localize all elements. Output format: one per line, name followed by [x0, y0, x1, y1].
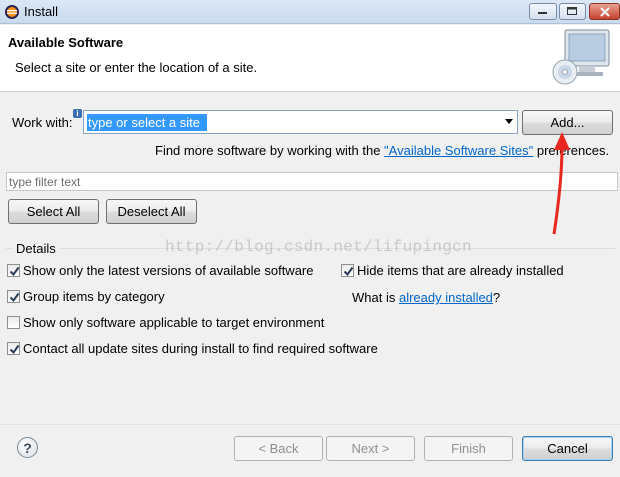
- already-installed-link[interactable]: already installed: [399, 290, 493, 305]
- close-button[interactable]: [589, 3, 620, 20]
- site-input[interactable]: [87, 114, 207, 131]
- check-icon: [9, 266, 20, 277]
- back-button[interactable]: < Back: [234, 436, 323, 461]
- work-with-label: Work with:: [12, 115, 73, 130]
- chevron-down-icon[interactable]: [505, 119, 513, 124]
- maximize-button[interactable]: [559, 3, 586, 20]
- check-icon: [343, 266, 354, 277]
- details-group-label: Details: [16, 241, 56, 256]
- window-title: Install: [24, 4, 58, 19]
- filter-field[interactable]: [6, 172, 618, 191]
- monitor-cd-icon: [552, 29, 610, 85]
- maximize-icon: [567, 7, 577, 15]
- cancel-button[interactable]: Cancel: [522, 436, 613, 461]
- minimize-icon: [538, 11, 547, 14]
- title-bar: Install: [0, 0, 620, 24]
- footer-separator: [0, 424, 620, 425]
- deselect-all-button[interactable]: Deselect All: [106, 199, 197, 224]
- finish-button[interactable]: Finish: [424, 436, 513, 461]
- wizard-header: Available Software Select a site or ente…: [0, 25, 620, 92]
- filter-input[interactable]: [9, 174, 609, 189]
- available-software-sites-link[interactable]: "Available Software Sites": [384, 143, 533, 158]
- check-icon: [9, 344, 20, 355]
- contact-update-sites-checkbox[interactable]: Contact all update sites during install …: [7, 341, 378, 356]
- checkbox[interactable]: [7, 342, 20, 355]
- watermark: http://blog.csdn.net/lifupingcn: [165, 238, 472, 256]
- checkbox[interactable]: [7, 290, 20, 303]
- eclipse-icon: [5, 5, 19, 19]
- next-button[interactable]: Next >: [326, 436, 415, 461]
- site-combo[interactable]: [83, 110, 518, 134]
- show-latest-checkbox[interactable]: Show only the latest versions of availab…: [7, 263, 314, 278]
- close-icon: [599, 6, 610, 17]
- checkbox[interactable]: [7, 264, 20, 277]
- minimize-button[interactable]: [529, 3, 557, 20]
- select-all-button[interactable]: Select All: [8, 199, 99, 224]
- info-icon: i: [73, 109, 82, 118]
- group-border: [6, 248, 12, 249]
- page-description: Select a site or enter the location of a…: [15, 60, 258, 75]
- help-icon[interactable]: ?: [17, 437, 38, 458]
- page-title: Available Software: [8, 35, 124, 50]
- target-environment-checkbox[interactable]: Show only software applicable to target …: [7, 315, 324, 330]
- checkbox[interactable]: [341, 264, 354, 277]
- what-is-installed-text: What is already installed?: [352, 290, 501, 305]
- group-by-category-checkbox[interactable]: Group items by category: [7, 289, 165, 304]
- check-icon: [9, 292, 20, 303]
- hide-installed-checkbox[interactable]: Hide items that are already installed: [341, 263, 564, 278]
- annotation-arrow-icon: [552, 132, 570, 235]
- checkbox[interactable]: [7, 316, 20, 329]
